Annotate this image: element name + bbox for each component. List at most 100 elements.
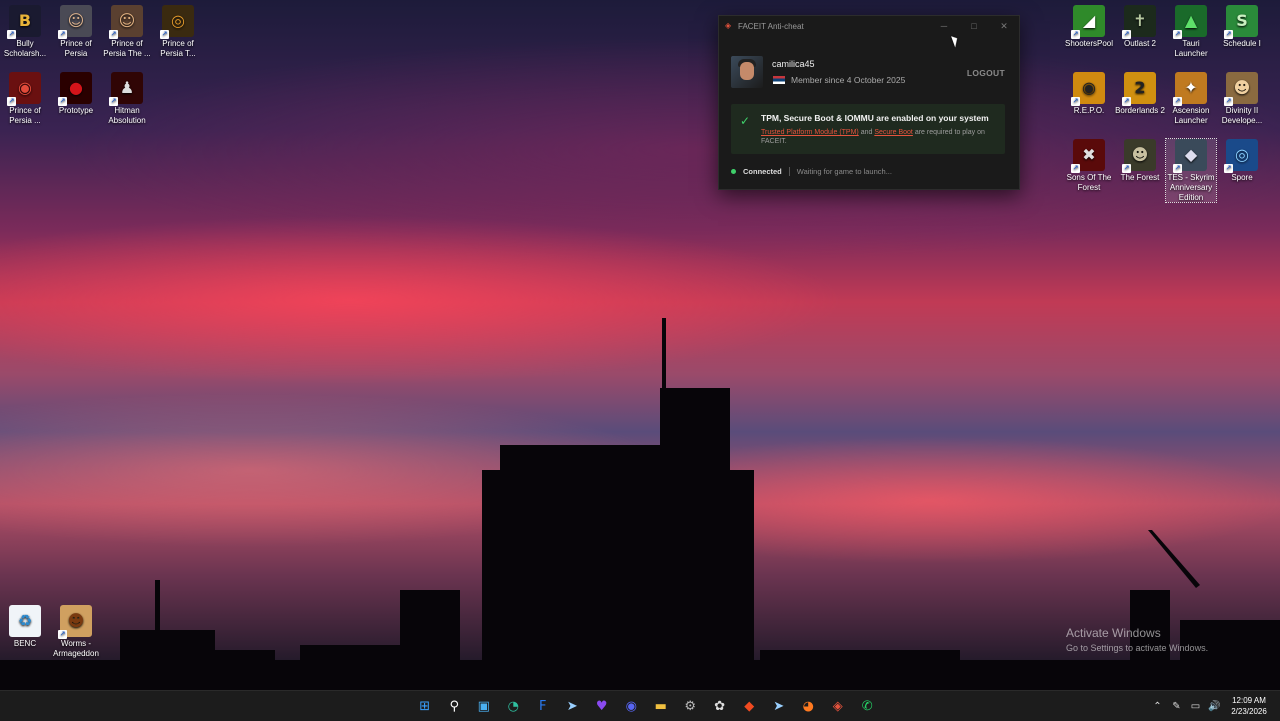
status-connected: Connected [743,167,782,176]
display-icon[interactable]: ▭ [1186,701,1205,712]
shortcut-arrow-icon: ↗ [109,30,118,39]
taskbar-discord-icon[interactable]: ◉ [617,691,647,721]
faceit-shield-icon: ◈ [725,21,732,30]
spore-icon: ◎ ↗ [1224,139,1258,173]
desktop-icon-prince-of-persia-t[interactable]: ◎ ↗ Prince of Persia T... [153,5,203,59]
schedule-i-icon: S ↗ [1224,5,1258,39]
desktop-icon-label: Divinity II Develope... [1221,106,1263,125]
shortcut-arrow-icon: ↗ [1224,30,1233,39]
desktop-icon-label: ShootersPool [1064,39,1114,48]
shortcut-arrow-icon: ↗ [1224,97,1233,106]
taskbar-clock[interactable]: 12:09 AM 2/23/2026 [1226,695,1272,717]
taskbar-whatsapp-icon[interactable]: ✆ [853,691,883,721]
desktop-icon-label: Sons Of The Forest [1066,173,1112,192]
desktop-icon-tauri-launcher[interactable]: ▲ ↗ Tauri Launcher [1166,5,1216,59]
shortcut-arrow-icon: ↗ [1224,164,1233,173]
desktop-icon-label: BENC [13,639,37,648]
desktop-icon-ascension-launcher[interactable]: ✦ ↗ Ascension Launcher [1166,72,1216,126]
taskbar-heart-app-icon[interactable]: ♥ [587,691,617,721]
shortcut-arrow-icon: ↗ [1122,164,1131,173]
desktop-icon-schedule-i[interactable]: S ↗ Schedule I [1217,5,1267,49]
desktop-icon-prince-of-persia-2[interactable]: ◉ ↗ Prince of Persia ... [0,72,50,126]
shortcut-arrow-icon: ↗ [109,97,118,106]
checkmark-icon: ✓ [740,114,751,128]
alert-heading: TPM, Secure Boot & IOMMU are enabled on … [761,113,989,123]
taskbar-chatgpt-icon[interactable]: ✿ [705,691,735,721]
shooterspool-icon: ◢ ↗ [1071,5,1105,39]
faceit-anticheat-window: ◈ FACEIT Anti-cheat ─ □ ✕ camilica45 Mem… [718,15,1020,190]
pen-icon[interactable]: ✎ [1167,701,1186,712]
avatar [731,56,763,88]
shortcut-arrow-icon: ↗ [1173,97,1182,106]
serbia-flag-icon [773,76,785,84]
prince-of-persia-icon: ☺ ↗ [58,5,92,39]
desktop-icon-sons-of-the-forest[interactable]: ✖ ↗ Sons Of The Forest [1064,139,1114,193]
taskbar: ⊞ ⚲ ▣ ◔ F ➤ ♥ ◉ ▬ ⚙ ✿ ◆ ➤ ◕ ◈ ✆ ⌃ ✎ ▭ 🔊 12:09 AM 2/23/2… [0,690,1280,721]
system-tray: ⌃ ✎ ▭ 🔊 [1148,691,1224,721]
taskbar-start-icon[interactable]: ⊞ [410,691,440,721]
shortcut-arrow-icon: ↗ [58,30,67,39]
sons-of-the-forest-icon: ✖ ↗ [1071,139,1105,173]
secure-boot-link[interactable]: Secure Boot [874,129,913,136]
desktop-icon-repo[interactable]: ◉ ↗ R.E.P.O. [1064,72,1114,116]
taskbar-edge-icon[interactable]: ◔ [499,691,529,721]
maximize-button[interactable]: □ [959,21,989,32]
member-since: Member since 4 October 2025 [791,75,906,85]
desktop-icon-hitman-absolution[interactable]: ♟ ↗ Hitman Absolution [102,72,152,126]
taskbar-steam-2-icon[interactable]: ➤ [764,691,794,721]
show-hidden-icons-icon[interactable]: ⌃ [1148,701,1167,712]
watermark-title: Activate Windows [1066,626,1161,640]
desktop-icon-label: Prince of Persia T... [160,39,196,58]
desktop-icon-label: Hitman Absolution [108,106,146,125]
shortcut-arrow-icon: ↗ [1122,30,1131,39]
hitman-icon: ♟ ↗ [109,72,143,106]
worms-icon: ☻ ↗ [58,605,92,639]
desktop-icon-worms-armageddon[interactable]: ☻ ↗ Worms - Armageddon [51,605,101,659]
clock-time: 12:09 AM [1232,696,1266,705]
desktop-icon-prince-of-persia[interactable]: ☺ ↗ Prince of Persia [51,5,101,59]
desktop-icon-borderlands-2[interactable]: 2 ↗ Borderlands 2 [1115,72,1165,116]
desktop-icon-recycle-bin[interactable]: ♻ BENC [0,605,50,649]
prince-of-persia-2-icon: ◉ ↗ [7,72,41,106]
taskbar-apps: ⊞ ⚲ ▣ ◔ F ➤ ♥ ◉ ▬ ⚙ ✿ ◆ ➤ ◕ ◈ ✆ [410,691,882,721]
desktop-icon-label: R.E.P.O. [1073,106,1105,115]
minimize-button[interactable]: ─ [929,21,959,32]
desktop-icon-shooterspool[interactable]: ◢ ↗ ShootersPool [1064,5,1114,49]
prince-of-persia-the-icon: ☺ ↗ [109,5,143,39]
taskbar-task-view-icon[interactable]: ▣ [469,691,499,721]
desktop-icon-divinity-ii[interactable]: ☻ ↗ Divinity II Develope... [1217,72,1267,126]
desktop-icon-prince-of-persia-the[interactable]: ☺ ↗ Prince of Persia The ... [102,5,152,59]
desktop-icon-label: Outlast 2 [1123,39,1156,48]
shortcut-arrow-icon: ↗ [58,630,67,639]
security-status-alert: ✓ TPM, Secure Boot & IOMMU are enabled o… [731,104,1005,154]
desktop-icon-prototype[interactable]: ● ↗ Prototype [51,72,101,116]
shortcut-arrow-icon: ↗ [160,30,169,39]
close-button[interactable]: ✕ [989,21,1019,32]
logout-button[interactable]: LOGOUT [967,68,1005,78]
taskbar-firefox-icon[interactable]: ◕ [794,691,824,721]
window-titlebar[interactable]: ◈ FACEIT Anti-cheat ─ □ ✕ [719,16,1019,36]
tpm-link[interactable]: Trusted Platform Module (TPM) [761,129,859,136]
taskbar-brave-icon[interactable]: ◆ [735,691,765,721]
desktop-icon-the-forest[interactable]: ☻ ↗ The Forest [1115,139,1165,183]
taskbar-faceit-ac-icon[interactable]: ◈ [823,691,853,721]
volume-icon[interactable]: 🔊 [1205,701,1224,712]
shortcut-arrow-icon: ↗ [58,97,67,106]
username: camilica45 [772,59,815,69]
desktop-icon-outlast-2[interactable]: ✝ ↗ Outlast 2 [1115,5,1165,49]
desktop-icon-spore[interactable]: ◎ ↗ Spore [1217,139,1267,183]
alert-and-text: and [858,129,875,136]
shortcut-arrow-icon: ↗ [1173,164,1182,173]
desktop-icon-bully[interactable]: B ↗ Bully Scholarsh... [0,5,50,59]
desktop-icon-label: Ascension Launcher [1172,106,1210,125]
desktop-icon-label: Schedule I [1223,39,1261,48]
taskbar-facebook-icon[interactable]: F [528,691,558,721]
tauri-icon: ▲ ↗ [1173,5,1207,39]
taskbar-steam-icon[interactable]: ➤ [558,691,588,721]
taskbar-settings-icon[interactable]: ⚙ [676,691,706,721]
desktop-icon-skyrim[interactable]: ◆ ↗ TES - Skyrim Anniversary Edition [1165,138,1217,203]
taskbar-search-icon[interactable]: ⚲ [440,691,470,721]
taskbar-file-explorer-icon[interactable]: ▬ [646,691,676,721]
avatar-face [740,62,754,80]
shortcut-arrow-icon: ↗ [7,30,16,39]
